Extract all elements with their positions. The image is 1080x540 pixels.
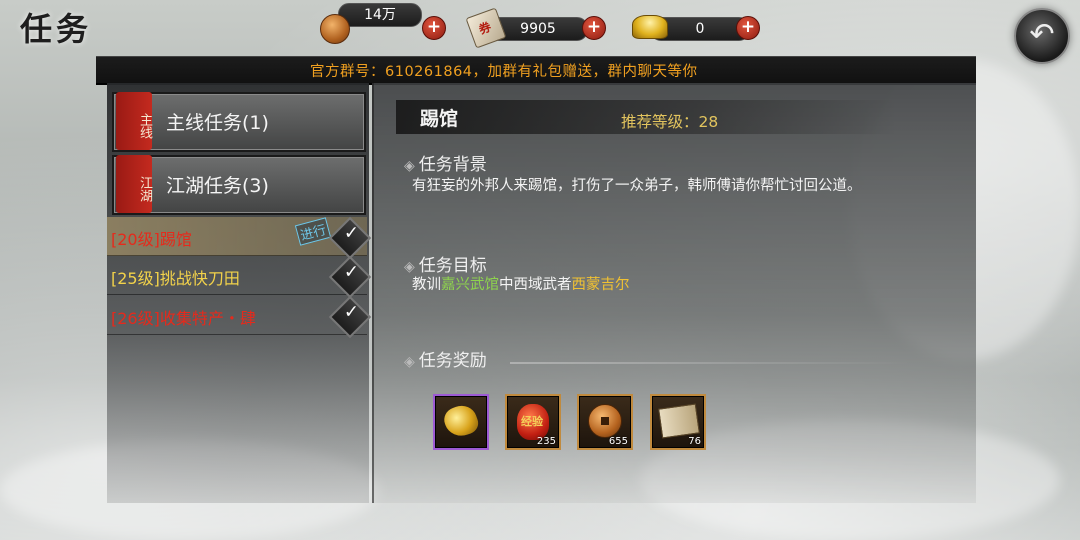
resource-copper: 14万 bbox=[338, 3, 422, 27]
resource-ticket-value: 9905 bbox=[520, 21, 556, 37]
resource-gold-value: 0 bbox=[695, 21, 705, 37]
quest-item-collect[interactable]: [26级]收集特产・肆 ✓ bbox=[107, 295, 372, 339]
quest-objective-text: 教训嘉兴武馆中西域武者西蒙吉尔 bbox=[412, 275, 952, 296]
game-screen: 任务 14万 + 9905 券 + 0 + ↶ 官方群号：610261864，加… bbox=[0, 0, 1080, 540]
section-reward-label: 任务奖励 bbox=[418, 351, 487, 371]
resource-copper-value: 14万 bbox=[364, 7, 396, 23]
main-quest-seal-icon: 主线 bbox=[116, 92, 152, 150]
tab-jianghu-quests-label: 江湖任务(3) bbox=[166, 175, 269, 197]
diamond-bullet-icon: ◈ bbox=[404, 354, 415, 370]
notice-marquee: 官方群号：610261864，加群有礼包赠送，群内聊天等你 bbox=[96, 56, 976, 85]
reward-slot-book[interactable]: 76 bbox=[650, 394, 706, 450]
objective-middle: 中西域武者 bbox=[499, 277, 572, 293]
objective-prefix: 教训 bbox=[412, 277, 441, 293]
back-button[interactable]: ↶ bbox=[1014, 8, 1070, 64]
reward-slot-copper[interactable]: 655 bbox=[577, 394, 633, 450]
section-background-heading: ◈ 任务背景 bbox=[404, 150, 487, 175]
diamond-bullet-icon: ◈ bbox=[404, 158, 415, 174]
notice-text: 官方群号：610261864，加群有礼包赠送，群内聊天等你 bbox=[310, 64, 698, 80]
scroll-ticket-mark: 券 bbox=[477, 19, 494, 37]
section-reward-heading: ◈ 任务奖励 bbox=[404, 346, 487, 371]
coin-hole bbox=[601, 417, 609, 425]
recommended-level: 推荐等级：28 bbox=[621, 113, 719, 131]
reward-quantity: 235 bbox=[536, 436, 556, 447]
add-ticket-button[interactable]: + bbox=[582, 16, 606, 40]
add-gold-button[interactable]: + bbox=[736, 16, 760, 40]
quest-item-kick-hall[interactable]: [20级]踢馆 进行 ✓ bbox=[107, 216, 372, 260]
quest-item-label: [20级]踢馆 bbox=[111, 230, 192, 249]
reward-quantity: 76 bbox=[688, 436, 701, 447]
quest-item-label: [26级]收集特产・肆 bbox=[111, 309, 256, 328]
quest-title: 踢馆 bbox=[420, 108, 459, 130]
tab-main-quests[interactable]: 主线 主线任务(1) bbox=[112, 92, 366, 152]
divider-line bbox=[510, 362, 910, 364]
objective-target-npc: 西蒙吉尔 bbox=[571, 277, 630, 293]
section-objective-label: 任务目标 bbox=[418, 256, 487, 276]
objective-location: 嘉兴武馆 bbox=[441, 277, 499, 293]
quest-item-challenge[interactable]: [25级]挑战快刀田 ✓ bbox=[107, 255, 372, 299]
checkmark-icon: ✓ bbox=[328, 295, 372, 339]
gold-nugget-icon bbox=[440, 401, 482, 441]
back-arrow-icon: ↶ bbox=[1029, 17, 1055, 52]
quest-item-label: [25级]挑战快刀田 bbox=[111, 269, 240, 288]
checkmark-icon: ✓ bbox=[328, 255, 372, 299]
section-background-label: 任务背景 bbox=[418, 155, 487, 175]
add-copper-button[interactable]: + bbox=[422, 16, 446, 40]
page-title: 任务 bbox=[20, 10, 93, 48]
tab-jianghu-quests[interactable]: 江湖 江湖任务(3) bbox=[112, 155, 366, 215]
copper-coin-icon bbox=[588, 404, 622, 438]
reward-quantity: 655 bbox=[608, 436, 628, 447]
quest-status-badge: 进行 bbox=[294, 217, 332, 246]
diamond-bullet-icon: ◈ bbox=[404, 259, 415, 275]
experience-pill-icon: 经验 bbox=[517, 404, 549, 440]
quest-background-text: 有狂妄的外邦人来踢馆，打伤了一众弟子，韩师傅请你帮忙讨回公道。 bbox=[412, 178, 862, 194]
book-scroll-icon bbox=[658, 403, 700, 439]
section-objective-heading: ◈ 任务目标 bbox=[404, 251, 487, 276]
jianghu-quest-seal-icon: 江湖 bbox=[116, 155, 152, 213]
reward-slot-gold-nugget[interactable] bbox=[433, 394, 489, 450]
tab-main-quests-label: 主线任务(1) bbox=[166, 112, 269, 134]
copper-coin-icon bbox=[320, 14, 350, 44]
reward-slot-experience[interactable]: 经验 235 bbox=[505, 394, 561, 450]
checkmark-icon: ✓ bbox=[328, 216, 372, 260]
gold-ingot-icon bbox=[632, 15, 668, 39]
scroll-ticket-icon: 券 bbox=[465, 7, 507, 49]
experience-label: 经验 bbox=[521, 415, 543, 428]
